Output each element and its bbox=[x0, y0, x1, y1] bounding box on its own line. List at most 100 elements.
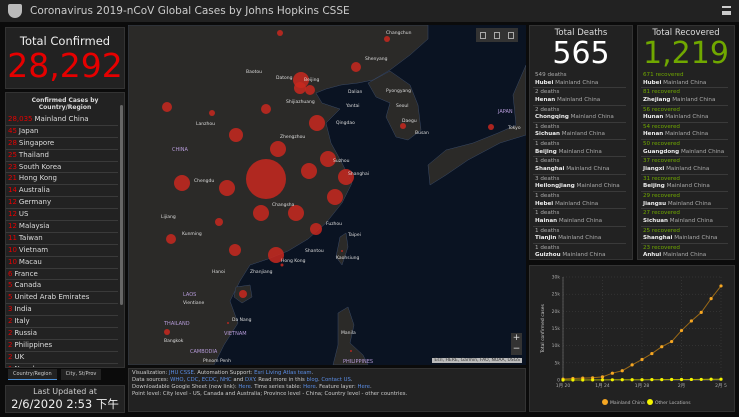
death-row[interactable]: 1 deaths Beijing Mainland China bbox=[533, 140, 626, 158]
ecdc-link[interactable]: ECDC bbox=[202, 377, 217, 383]
country-row[interactable]: 25 Thailand bbox=[6, 150, 118, 162]
recovered-row[interactable]: 31 recovered Beijing Mainland China bbox=[641, 175, 728, 193]
data-point[interactable] bbox=[640, 378, 644, 382]
recovered-row[interactable]: 81 recovered Zhejiang Mainland China bbox=[641, 88, 728, 106]
case-bubble[interactable] bbox=[350, 350, 352, 352]
jhu-csse-link[interactable]: JHU CSSE bbox=[169, 370, 194, 376]
data-point[interactable] bbox=[630, 378, 634, 382]
zoom-out-button[interactable]: − bbox=[511, 344, 522, 355]
death-row[interactable]: 1 deaths Hainan Mainland China bbox=[533, 209, 626, 227]
case-bubble[interactable] bbox=[327, 189, 343, 205]
death-row[interactable]: 2 deaths Chongqing Mainland China bbox=[533, 106, 626, 123]
case-bubble[interactable] bbox=[239, 290, 247, 298]
country-row[interactable]: 23 South Korea bbox=[6, 162, 118, 174]
contact-us-link[interactable]: Contact US bbox=[321, 377, 351, 383]
country-row[interactable]: 2 UK bbox=[6, 352, 118, 364]
time-series-link[interactable]: Here bbox=[303, 384, 316, 390]
death-row[interactable]: 1 deaths Tianjin Mainland China bbox=[533, 227, 626, 244]
data-point[interactable] bbox=[719, 284, 723, 288]
basemap-gallery-icon[interactable] bbox=[508, 31, 514, 39]
bookmark-icon[interactable] bbox=[480, 31, 486, 39]
case-bubble[interactable] bbox=[227, 322, 229, 324]
case-bubble[interactable] bbox=[253, 205, 269, 221]
data-point[interactable] bbox=[709, 297, 713, 301]
country-row[interactable]: 10 Vietnam bbox=[6, 245, 118, 257]
country-row[interactable]: 28 Singapore bbox=[6, 138, 118, 150]
case-bubble[interactable] bbox=[219, 180, 235, 196]
data-point[interactable] bbox=[630, 363, 634, 367]
cdc-link[interactable]: CDC bbox=[187, 377, 198, 383]
recovered-row[interactable]: 50 recovered Guangdong Mainland China bbox=[641, 140, 728, 158]
case-bubble[interactable] bbox=[301, 163, 317, 179]
case-bubble[interactable] bbox=[229, 244, 241, 256]
country-row[interactable]: 10 Macau bbox=[6, 257, 118, 269]
death-row[interactable]: 1 deaths Shanghai Mainland China bbox=[533, 157, 626, 175]
country-row[interactable]: 28,035 Mainland China bbox=[6, 114, 118, 126]
country-row[interactable]: 5 United Arab Emirates bbox=[6, 292, 118, 305]
case-bubble[interactable] bbox=[341, 250, 343, 252]
recovered-row[interactable]: 56 recovered Hunan Mainland China bbox=[641, 106, 728, 123]
country-row[interactable]: 21 Hong Kong bbox=[6, 173, 118, 186]
data-point[interactable] bbox=[670, 339, 674, 344]
tab-city-state-province[interactable]: City, St/Prov bbox=[60, 369, 102, 380]
data-point[interactable] bbox=[660, 345, 664, 349]
recovered-row[interactable]: 27 recovered Sichuan Mainland China bbox=[641, 209, 728, 227]
data-point[interactable] bbox=[620, 369, 624, 373]
recovered-row[interactable]: 54 recovered Henan Mainland China bbox=[641, 123, 728, 141]
data-point[interactable] bbox=[679, 377, 684, 382]
data-point[interactable] bbox=[699, 310, 703, 314]
country-row[interactable]: 5 Canada bbox=[6, 280, 118, 293]
country-row[interactable]: 12 US bbox=[6, 209, 118, 222]
country-row[interactable]: 12 Malaysia bbox=[6, 221, 118, 233]
country-row[interactable]: 2 Italy bbox=[6, 316, 118, 329]
menu-icon[interactable] bbox=[722, 6, 731, 15]
country-row[interactable]: 14 Australia bbox=[6, 185, 118, 198]
case-bubble[interactable] bbox=[488, 124, 494, 130]
data-point[interactable] bbox=[650, 378, 654, 382]
dxy-link[interactable]: DXY bbox=[245, 377, 255, 383]
country-row[interactable]: 45 Japan bbox=[6, 126, 118, 138]
case-bubble[interactable] bbox=[166, 234, 176, 244]
country-row[interactable]: 2 Russia bbox=[6, 328, 118, 340]
data-point[interactable] bbox=[689, 319, 693, 323]
data-point[interactable] bbox=[660, 377, 664, 382]
country-list-scrollbar[interactable] bbox=[120, 105, 123, 305]
nhc-link[interactable]: NHC bbox=[220, 377, 232, 383]
data-point[interactable] bbox=[610, 371, 614, 375]
data-point[interactable] bbox=[670, 377, 674, 382]
recovered-row[interactable]: 23 recovered Anhui Mainland China bbox=[641, 244, 728, 259]
case-bubble[interactable] bbox=[277, 30, 283, 36]
case-bubble[interactable] bbox=[162, 102, 172, 112]
who-link[interactable]: WHO bbox=[170, 377, 183, 383]
data-point[interactable] bbox=[581, 378, 585, 382]
data-point[interactable] bbox=[650, 351, 654, 356]
map-canvas[interactable]: Changchun Shenyang Baotou Datong Beijing Dali… bbox=[128, 25, 526, 365]
recovered-row[interactable]: 25 recovered Shanghai Mainland China bbox=[641, 227, 728, 244]
feature-layer-link[interactable]: Here bbox=[357, 384, 370, 390]
case-bubble[interactable] bbox=[294, 82, 306, 94]
recovered-row[interactable]: 37 recovered Jiangxi Mainland China bbox=[641, 157, 728, 175]
case-bubble[interactable] bbox=[261, 104, 271, 114]
data-point[interactable] bbox=[620, 378, 624, 382]
case-bubble[interactable] bbox=[305, 85, 315, 95]
case-bubble[interactable] bbox=[270, 141, 286, 157]
case-bubble[interactable] bbox=[384, 36, 390, 42]
zoom-in-button[interactable]: + bbox=[511, 333, 522, 344]
data-point[interactable] bbox=[610, 378, 614, 382]
case-bubble[interactable] bbox=[209, 110, 215, 116]
blog-link[interactable]: blog bbox=[307, 377, 318, 383]
google-sheet-link[interactable]: Here bbox=[238, 384, 251, 390]
country-row[interactable]: 1Nepal bbox=[6, 364, 118, 367]
data-point[interactable] bbox=[591, 378, 595, 382]
case-bubble[interactable] bbox=[309, 115, 325, 131]
case-bubble[interactable] bbox=[310, 223, 322, 235]
tab-country-region[interactable]: Country/Region bbox=[8, 369, 57, 380]
country-row[interactable]: 12 Germany bbox=[6, 197, 118, 210]
esri-living-atlas-link[interactable]: Esri Living Atlas team bbox=[254, 370, 311, 376]
country-row[interactable]: 3 India bbox=[6, 304, 118, 317]
case-bubble[interactable] bbox=[351, 62, 361, 72]
data-point[interactable] bbox=[600, 375, 605, 379]
case-bubble[interactable] bbox=[229, 128, 243, 142]
case-bubble[interactable] bbox=[215, 218, 223, 226]
death-row[interactable]: 1 deaths Sichuan Mainland China bbox=[533, 123, 626, 141]
